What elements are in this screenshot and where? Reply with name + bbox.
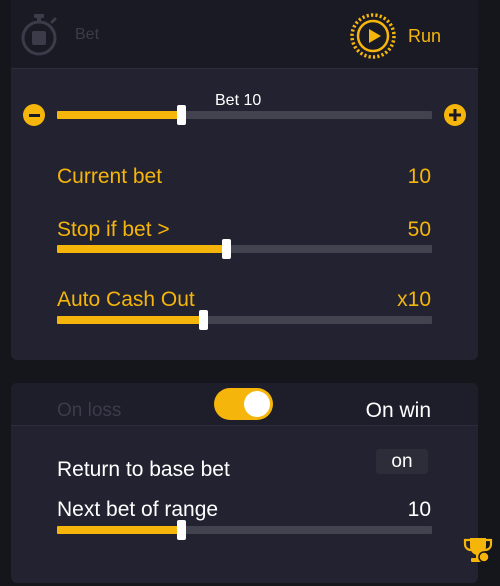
tab-bet[interactable]: Bet: [19, 10, 129, 60]
stop-if-bet-slider[interactable]: [57, 239, 432, 259]
stop-if-bet-label: Stop if bet >: [57, 218, 170, 241]
win-loss-toggle[interactable]: [214, 388, 273, 420]
stopwatch-icon: [21, 14, 57, 56]
on-win-label[interactable]: On win: [366, 399, 431, 423]
next-bet-range-label: Next bet of range: [57, 498, 219, 521]
auto-cash-out-slider[interactable]: [57, 310, 432, 330]
tab-run[interactable]: Run: [348, 12, 458, 60]
return-to-base-label: Return to base bet: [57, 458, 230, 481]
tab-run-label: Run: [408, 25, 442, 46]
toggle-knob: [244, 391, 270, 417]
slider-fill: [57, 245, 226, 253]
play-icon: [350, 13, 396, 59]
slider-fill: [57, 111, 181, 119]
auto-cash-out-label: Auto Cash Out: [57, 288, 195, 311]
decrease-bet-button[interactable]: [23, 104, 45, 126]
on-loss-label[interactable]: On loss: [57, 400, 121, 422]
current-bet-value: 10: [407, 165, 431, 188]
slider-thumb[interactable]: [176, 105, 186, 125]
slider-thumb[interactable]: [221, 239, 231, 259]
next-bet-range-slider[interactable]: [57, 520, 432, 540]
slider-thumb[interactable]: [199, 310, 209, 330]
plus-icon: [449, 109, 461, 121]
trophy-icon[interactable]: [463, 536, 493, 564]
auto-cash-out-value: x10: [397, 288, 431, 311]
minus-icon: [28, 113, 40, 117]
return-to-base-toggle[interactable]: on: [376, 449, 428, 474]
tab-bet-label: Bet: [75, 26, 100, 43]
slider-fill: [57, 316, 204, 324]
slider-thumb[interactable]: [176, 520, 186, 540]
slider-fill: [57, 526, 181, 534]
current-bet-label: Current bet: [57, 165, 163, 188]
next-bet-range-value: 10: [407, 498, 431, 521]
mode-tabs: Bet Run: [11, 0, 478, 69]
bet-slider[interactable]: [57, 105, 432, 125]
stop-if-bet-value: 50: [407, 218, 431, 241]
increase-bet-button[interactable]: [444, 104, 466, 126]
bet-slider-caption: Bet 10: [215, 92, 262, 109]
